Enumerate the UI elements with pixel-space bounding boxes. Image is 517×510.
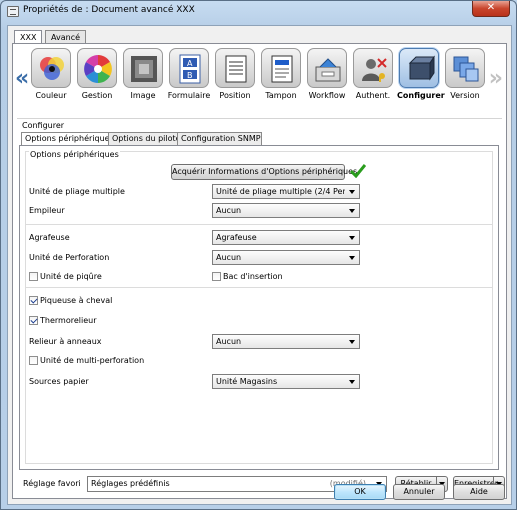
- func-configurer[interactable]: Configurer: [397, 48, 445, 100]
- tab-options-pilote[interactable]: Options du pilote: [108, 132, 181, 145]
- options-group: Options périphériques Acquérir Informati…: [25, 150, 493, 464]
- help-button[interactable]: Aide: [453, 484, 505, 500]
- func-workflow[interactable]: Workflow: [305, 48, 349, 100]
- relieur-label: Relieur à anneaux: [29, 337, 102, 346]
- piqure-checkbox[interactable]: Unité de piqûre: [29, 272, 102, 281]
- chevron-down-icon: [349, 236, 355, 240]
- ok-button[interactable]: OK: [334, 484, 386, 500]
- multi-perforation-checkbox[interactable]: Unité de multi-perforation: [29, 356, 144, 365]
- func-image[interactable]: Image: [121, 48, 165, 100]
- window-title: Propriétés de : Document avancé XXX: [23, 5, 195, 15]
- sources-label: Sources papier: [29, 377, 89, 386]
- tab-configuration-snmp[interactable]: Configuration SNMP: [177, 132, 262, 145]
- empileur-select[interactable]: Aucun: [212, 203, 360, 218]
- thermorelieur-checkbox[interactable]: Thermorelieur: [29, 316, 96, 325]
- tab-avance[interactable]: Avancé: [45, 30, 87, 44]
- pliage-label: Unité de pliage multiple: [29, 187, 125, 196]
- piqueuse-checkbox[interactable]: Piqueuse à cheval: [29, 296, 112, 305]
- stamp-icon: [271, 55, 293, 83]
- tab-options-peripheriques[interactable]: Options périphériques: [21, 132, 114, 146]
- version-icon: [453, 56, 479, 82]
- relieur-select[interactable]: Aucun: [212, 334, 360, 349]
- cancel-button[interactable]: Annuler: [393, 484, 445, 500]
- title-bar: Propriétés de : Document avancé XXX ✕: [1, 1, 516, 23]
- color-circles-icon: [40, 57, 64, 80]
- divider: [17, 118, 502, 119]
- checkbox-box[interactable]: [212, 272, 221, 281]
- func-couleur[interactable]: Couleur: [29, 48, 73, 100]
- pliage-select[interactable]: Unité de pliage multiple (2/4 Perforati: [212, 184, 360, 199]
- scroll-left-arrow-icon[interactable]: «: [15, 66, 29, 91]
- color-wheel-icon: [84, 55, 112, 83]
- func-version[interactable]: Version: [443, 48, 487, 100]
- chevron-down-icon: [349, 380, 355, 384]
- workflow-icon: [315, 58, 341, 82]
- position-icon: [225, 55, 247, 83]
- func-position[interactable]: Position: [213, 48, 257, 100]
- group-title: Options périphériques: [29, 150, 120, 159]
- func-gestion[interactable]: Gestion: [75, 48, 119, 100]
- perforation-select[interactable]: Aucun: [212, 250, 360, 265]
- func-authent[interactable]: Authent.: [351, 48, 395, 100]
- checkbox-box[interactable]: [29, 272, 38, 281]
- image-icon: [131, 56, 157, 82]
- checkmark-icon: [350, 164, 366, 178]
- func-tampon[interactable]: Tampon: [259, 48, 303, 100]
- bac-insertion-checkbox[interactable]: Bac d'insertion: [212, 272, 283, 281]
- chevron-down-icon: [349, 256, 355, 260]
- chevron-down-icon: [349, 209, 355, 213]
- authentication-icon: [362, 58, 387, 82]
- agrafeuse-label: Agrafeuse: [29, 233, 70, 242]
- function-bar: « Couleur Gestion Image A B Formulaire P…: [13, 48, 506, 114]
- printer-icon: [7, 6, 19, 17]
- sources-select[interactable]: Unité Magasins: [212, 374, 360, 389]
- svg-text:A: A: [187, 59, 193, 68]
- section-title: Configurer: [22, 121, 65, 130]
- chevron-down-icon: [349, 190, 355, 194]
- acquire-info-button[interactable]: Acquérir Informations d'Options périphér…: [171, 164, 357, 180]
- agrafeuse-select[interactable]: Agrafeuse: [212, 230, 360, 245]
- checkbox-box[interactable]: [29, 316, 38, 325]
- svg-text:B: B: [187, 71, 193, 80]
- chevron-down-icon: [349, 340, 355, 344]
- dialog-client: XXX Avancé « Couleur Gestion Image A B F…: [7, 25, 512, 505]
- form-icon: A B: [179, 54, 201, 84]
- scroll-right-arrow-icon[interactable]: »: [489, 66, 503, 91]
- main-panel: « Couleur Gestion Image A B Formulaire P…: [12, 43, 507, 499]
- perforation-label: Unité de Perforation: [29, 253, 110, 262]
- func-formulaire[interactable]: A B Formulaire: [167, 48, 211, 100]
- configure-icon: [408, 55, 435, 81]
- properties-window: Propriétés de : Document avancé XXX ✕ XX…: [0, 0, 517, 510]
- checkbox-box[interactable]: [29, 356, 38, 365]
- options-panel: Options périphériques Acquérir Informati…: [19, 145, 499, 470]
- close-button[interactable]: ✕: [472, 1, 510, 17]
- favorite-label: Réglage favori: [23, 479, 81, 488]
- checkbox-box[interactable]: [29, 296, 38, 305]
- empileur-label: Empileur: [29, 206, 65, 215]
